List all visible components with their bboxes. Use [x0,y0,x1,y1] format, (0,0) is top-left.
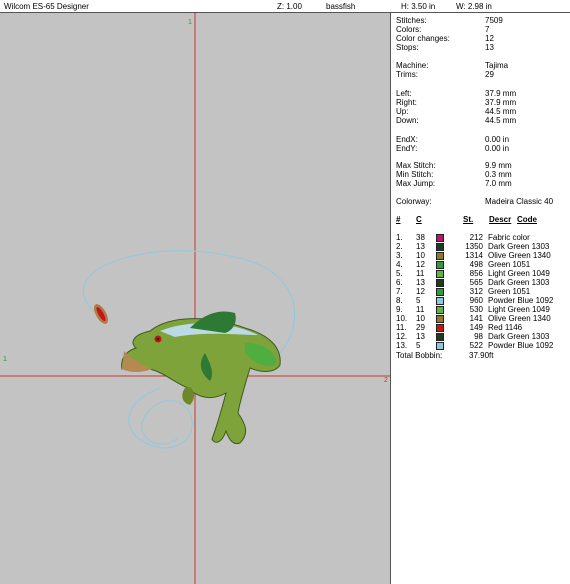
color-row-description: Dark Green 1303 [488,242,550,251]
color-row-code: 10 [416,251,425,260]
color-row-code: 10 [416,314,425,323]
color-row-number: 9. [396,305,403,314]
design-canvas[interactable]: 1 1 2 [0,13,391,584]
color-row[interactable]: 3. 10 1314 Olive Green 1340 [391,251,570,260]
color-row-description: Olive Green 1340 [488,314,551,323]
color-row-description: Dark Green 1303 [488,278,550,287]
col-header-code: C [416,215,422,224]
color-row-number: 8. [396,296,403,305]
color-row-code: 38 [416,233,425,242]
color-row-number: 11. [396,323,407,332]
height-readout: H: 3.50 in [401,2,436,11]
col-header-number: # [396,215,401,224]
color-row-number: 3. [396,251,403,260]
bass-fish-shape [121,311,281,445]
color-row-stitches: 530 [469,305,483,314]
color-row[interactable]: 2. 13 1350 Dark Green 1303 [391,242,570,251]
color-row-code: 12 [416,287,425,296]
color-swatch [436,252,444,260]
color-row-code: 13 [416,332,425,341]
canvas-drawing [0,13,390,584]
color-swatch [436,243,444,251]
color-row-code: 13 [416,242,425,251]
color-row-description: Dark Green 1303 [488,332,550,341]
color-row-number: 7. [396,287,403,296]
color-row-code: 29 [416,323,425,332]
color-swatch [436,270,444,278]
color-row-stitches: 141 [469,314,483,323]
color-row-description: Powder Blue 1092 [488,341,554,350]
color-row-code: 13 [416,278,425,287]
color-row-number: 12. [396,332,408,341]
color-row-code: 5 [416,341,421,350]
color-row-description: Light Green 1049 [488,305,550,314]
color-swatch [436,342,444,350]
color-row-stitches: 98 [474,332,483,341]
left-axis-marker: 1 [3,356,7,363]
color-row-stitches: 1350 [465,242,483,251]
color-row-description: Green 1051 [488,260,531,269]
color-row-stitches: 498 [469,260,483,269]
right-axis-marker: 2 [384,377,388,384]
zoom-readout: Z: 1.00 [277,2,302,11]
design-name: bassfish [326,2,356,11]
color-row-description: Fabric color [488,233,530,242]
color-row-description: Red 1146 [488,323,523,332]
color-row-description: Green 1051 [488,287,531,296]
color-row-stitches: 565 [469,278,483,287]
color-swatch [436,324,444,332]
color-row[interactable]: 6. 13 565 Dark Green 1303 [391,278,570,287]
color-swatch [436,315,444,323]
color-swatch [436,333,444,341]
color-row[interactable]: 10. 10 141 Olive Green 1340 [391,314,570,323]
color-row[interactable]: 8. 5 960 Powder Blue 1092 [391,296,570,305]
color-swatch [436,234,444,242]
title-bar: Wilcom ES-65 Designer Z: 1.00 bassfish H… [0,0,570,13]
color-row[interactable]: 13. 5 522 Powder Blue 1092 [391,341,570,350]
color-row-description: Olive Green 1340 [488,251,551,260]
color-row-stitches: 212 [469,233,483,242]
color-swatch [436,297,444,305]
col-header-descr-code: Code [517,215,537,224]
color-row[interactable]: 5. 11 856 Light Green 1049 [391,269,570,278]
color-row[interactable]: 11. 29 149 Red 1146 [391,323,570,332]
color-row[interactable]: 7. 12 312 Green 1051 [391,287,570,296]
color-row-number: 10. [396,314,408,323]
color-row-code: 11 [416,305,425,314]
color-row[interactable]: 4. 12 498 Green 1051 [391,260,570,269]
col-header-descr: Descr [489,215,512,224]
color-row[interactable]: 1. 38 212 Fabric color [391,233,570,242]
color-row-number: 5. [396,269,403,278]
color-row-number: 13. [396,341,408,350]
color-row-stitches: 149 [469,323,483,332]
top-axis-marker: 1 [188,19,192,26]
lure-shape [94,304,108,324]
design-info-panel: Stitches: 7509 Colors: 7 Color changes: 12 … [391,13,570,584]
color-swatch [436,279,444,287]
color-row-code: 5 [416,296,421,305]
width-readout: W: 2.98 in [456,2,492,11]
color-row-stitches: 1314 [465,251,483,260]
color-row-number: 6. [396,278,403,287]
color-swatch [436,306,444,314]
color-row-stitches: 856 [469,269,483,278]
col-header-stitches: St. [463,215,474,224]
color-swatch [436,261,444,269]
color-row-description: Powder Blue 1092 [488,296,554,305]
color-row-number: 2. [396,242,403,251]
color-swatch [436,288,444,296]
color-row-code: 12 [416,260,425,269]
app-title: Wilcom ES-65 Designer [4,2,89,11]
color-row-number: 1. [396,233,403,242]
color-row[interactable]: 12. 13 98 Dark Green 1303 [391,332,570,341]
color-row-number: 4. [396,260,403,269]
color-row[interactable]: 9. 11 530 Light Green 1049 [391,305,570,314]
color-row-description: Light Green 1049 [488,269,550,278]
color-row-stitches: 312 [469,287,483,296]
color-row-stitches: 960 [469,296,483,305]
color-row-code: 11 [416,269,425,278]
color-row-stitches: 522 [469,341,483,350]
